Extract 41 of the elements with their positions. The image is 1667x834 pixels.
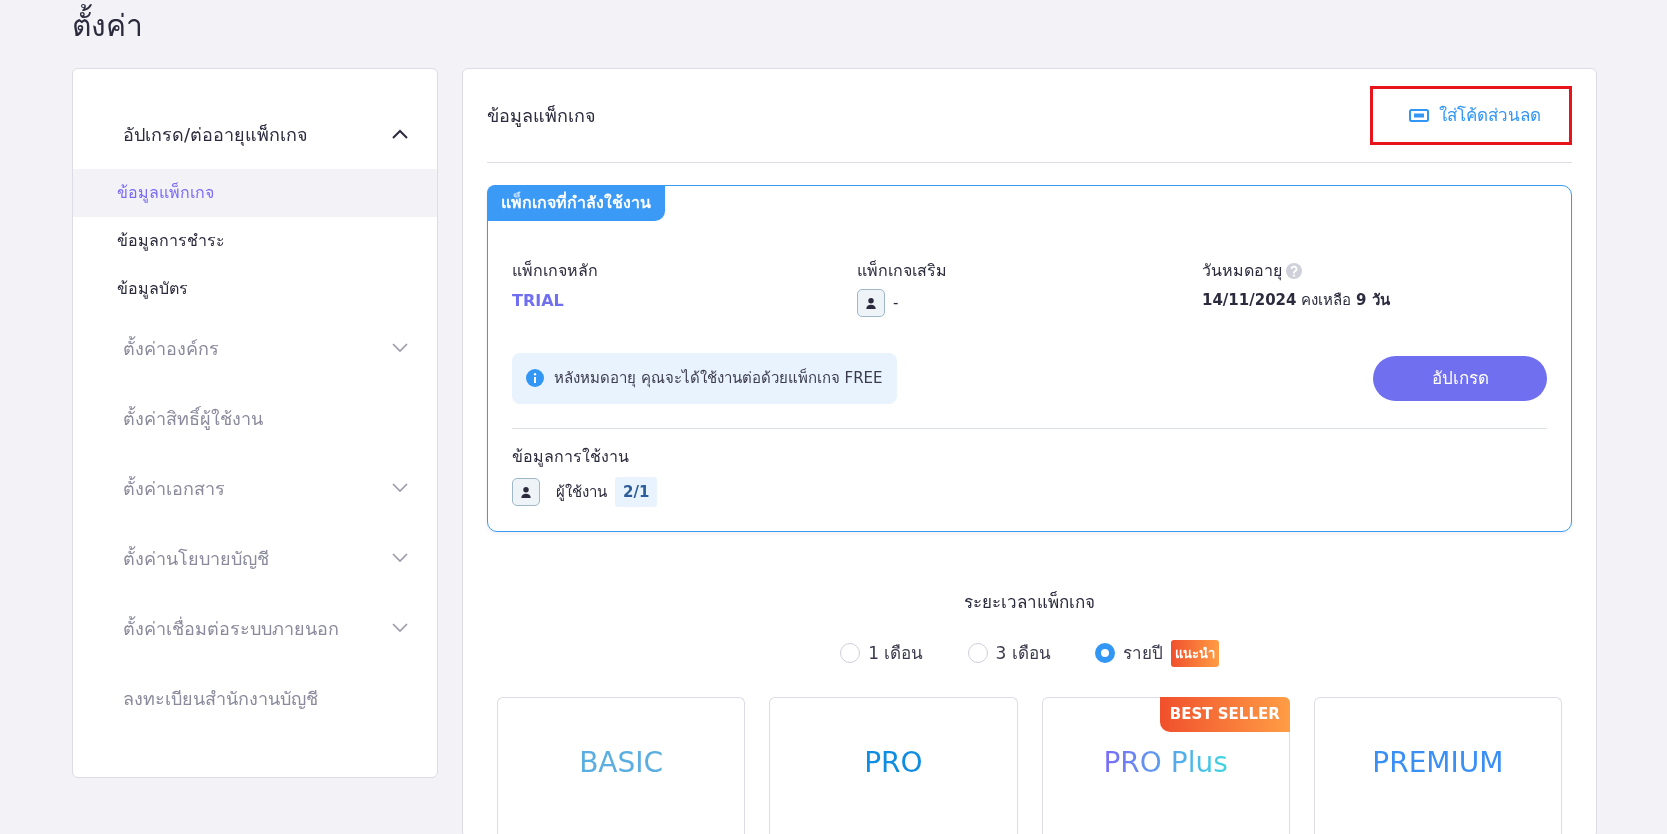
plan-name: PREMIUM — [1372, 745, 1504, 781]
radio-label: 1 เดือน — [868, 641, 924, 665]
sidebar-item[interactable]: ข้อมูลแพ็กเกจ — [73, 169, 437, 217]
field-label: แพ็กเกจหลัก — [512, 259, 599, 282]
sidebar-group[interactable]: ลงทะเบียนสำนักงานบัญชี — [73, 663, 437, 733]
notice-text: หลังหมดอายุ คุณจะได้ใช้งานต่อด้วยแพ็กเกจ FREE — [554, 367, 883, 390]
sidebar-item[interactable]: ข้อมูลบัตร — [73, 265, 437, 313]
field-value: - — [893, 292, 899, 314]
radio-label: รายปี — [1122, 641, 1163, 665]
radio-button[interactable] — [840, 643, 861, 664]
radio-label: 3 เดือน — [995, 641, 1051, 665]
field-label: แพ็กเกจเสริม — [857, 259, 948, 282]
help-icon — [1286, 263, 1302, 279]
section-title: ข้อมูลแพ็กเกจ — [487, 104, 596, 129]
user-icon — [520, 485, 532, 498]
radio-button[interactable] — [1094, 643, 1115, 664]
sidebar-item[interactable]: ข้อมูลการชำระ — [73, 217, 437, 265]
sidebar-group[interactable]: อัปเกรด/ต่ออายุแพ็กเกจ — [73, 99, 437, 169]
user-icon — [865, 297, 877, 309]
radio-button[interactable] — [967, 643, 988, 664]
info-icon — [526, 369, 544, 388]
usage-count: 2/1 — [615, 476, 658, 507]
ticket-icon — [1409, 108, 1429, 123]
expiry-date: 14/11/2024 คงเหลือ 9 วัน — [1202, 290, 1391, 311]
usage-label: ผู้ใช้งาน — [556, 481, 607, 503]
usage-title: ข้อมูลการใช้งาน — [512, 445, 630, 469]
duration-title: ระยะเวลาแพ็กเกจ — [963, 590, 1096, 614]
ribbon-badge: BEST SELLER — [1159, 697, 1290, 732]
sidebar-group[interactable]: ตั้งค่าสิทธิ์ผู้ใช้งาน — [73, 383, 437, 453]
coupon-button[interactable]: ใส่โค้ดส่วนลด — [1409, 102, 1541, 129]
recommended-badge: แนะนำ — [1170, 639, 1219, 667]
package-tag: แพ็กเกจที่กำลังใช้งาน — [487, 185, 665, 221]
upgrade-button[interactable]: อัปเกรด — [1373, 355, 1547, 401]
sidebar-group[interactable]: ตั้งค่าเชื่อมต่อระบบภายนอก — [73, 593, 437, 663]
sidebar-group[interactable]: ตั้งค่าองค์กร — [73, 313, 437, 383]
plan-name: BASIC — [579, 745, 664, 781]
field-label: วันหมดอายุ — [1202, 260, 1282, 283]
plan-name: PRO — [864, 745, 923, 781]
package-name: TRIAL — [512, 290, 565, 312]
sidebar-group[interactable]: ตั้งค่าเอกสาร — [73, 453, 437, 523]
sidebar-group[interactable]: ตั้งค่านโยบายบัญชี — [73, 523, 437, 593]
